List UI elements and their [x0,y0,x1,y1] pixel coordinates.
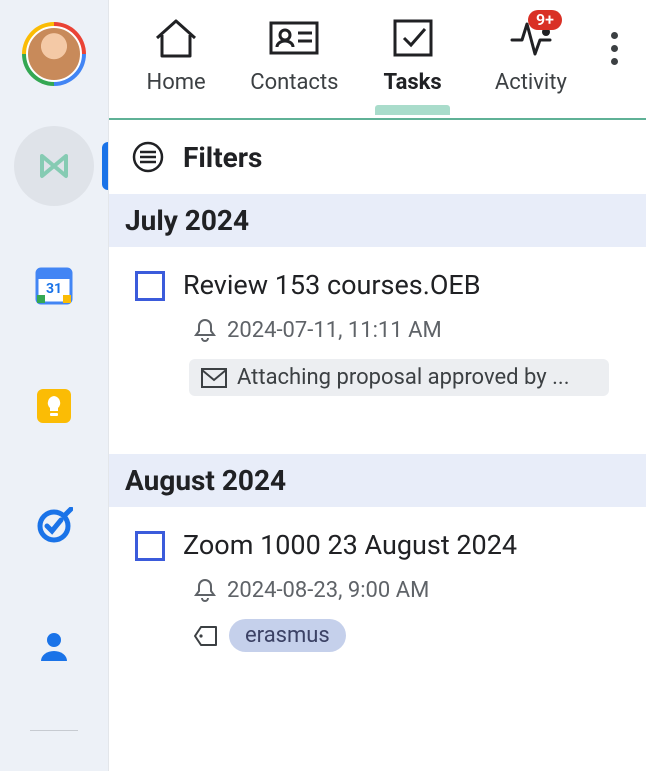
tab-contacts-label: Contacts [250,70,338,95]
tab-activity[interactable]: 9+ Activity [472,10,590,113]
tag-icon [193,625,219,647]
envelope-icon [201,368,227,388]
section-header-july-2024: July 2024 [109,194,646,247]
filter-list-icon [131,140,165,174]
task-title: Zoom 1000 23 August 2024 [183,529,628,561]
person-icon [37,629,71,663]
calendar-icon: 31 [35,267,73,305]
task-reminder-text: 2024-07-11, 11:11 AM [227,318,442,343]
rail-divider [30,730,78,731]
bell-icon [193,577,217,603]
tab-activity-label: Activity [495,70,567,95]
task-tag-row: erasmus [183,619,628,652]
tab-home[interactable]: Home [117,10,235,113]
check-circle-icon [35,507,73,545]
filters-label: Filters [183,141,262,174]
task-item[interactable]: Review 153 courses.OEB 2024-07-11, 11:11… [109,247,646,414]
task-tag-chip[interactable]: erasmus [229,619,346,652]
more-vert-icon [611,32,618,65]
bell-icon [193,317,217,343]
tab-bar: Home Contacts [109,0,646,120]
task-checkbox[interactable] [135,531,165,561]
id-card-icon [268,18,320,58]
task-reminder-row: 2024-07-11, 11:11 AM [183,317,628,343]
filters-row[interactable]: Filters [109,120,646,194]
rail-app-contacts[interactable] [14,606,94,686]
lightbulb-icon [35,387,73,425]
task-attachment-text: Attaching proposal approved by ... [237,365,570,390]
rail-app-current[interactable] [14,126,94,206]
rail-app-keep[interactable] [14,366,94,446]
task-reminder-text: 2024-08-23, 9:00 AM [227,578,429,603]
tab-tasks-label: Tasks [384,70,442,95]
tab-contacts[interactable]: Contacts [235,10,353,113]
activity-badge: 9+ [528,10,562,30]
task-reminder-row: 2024-08-23, 9:00 AM [183,577,628,603]
section-header-august-2024: August 2024 [109,454,646,507]
overflow-menu-button[interactable] [590,10,638,65]
checkbox-icon [390,16,436,60]
svg-text:31: 31 [46,281,62,297]
home-icon [153,16,199,60]
avatar-image [26,26,82,82]
tab-tasks[interactable]: Tasks [354,10,472,113]
task-attachment-chip[interactable]: Attaching proposal approved by ... [189,359,609,396]
task-checkbox[interactable] [135,271,165,301]
main-panel: Home Contacts [108,0,646,771]
tab-home-label: Home [147,70,206,95]
task-item[interactable]: Zoom 1000 23 August 2024 2024-08-23, 9:0… [109,507,646,670]
account-avatar[interactable] [22,22,86,86]
bowtie-icon [32,144,76,188]
task-title: Review 153 courses.OEB [183,269,628,301]
left-rail: 31 [0,0,108,771]
rail-app-calendar[interactable]: 31 [14,246,94,326]
rail-app-tasks[interactable] [14,486,94,566]
